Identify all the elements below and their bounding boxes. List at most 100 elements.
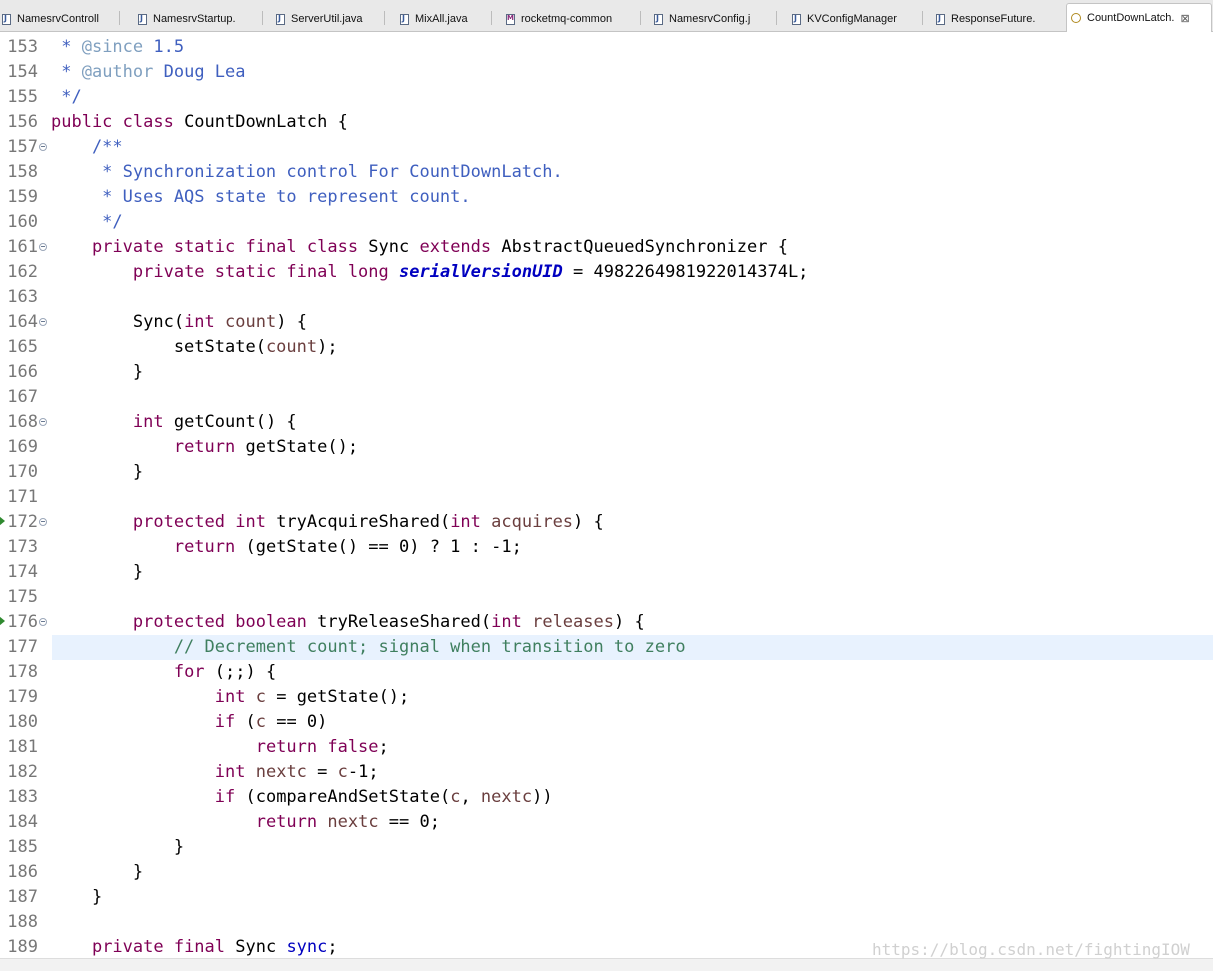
tab-label: MixAll.java — [415, 13, 468, 25]
tab-response-future[interactable]: ResponseFuture. — [936, 7, 1056, 31]
override-marker-icon[interactable] — [0, 516, 5, 526]
line-number: 162 — [7, 262, 38, 282]
line-number: 181 — [7, 737, 38, 757]
code-line[interactable]: 171 — [0, 485, 1213, 510]
tab-label: NamesrvConfig.j — [669, 13, 751, 25]
fold-toggle-icon[interactable] — [39, 518, 47, 526]
code-token: c — [255, 687, 266, 707]
tab-mixall[interactable]: MixAll.java — [400, 7, 486, 31]
code-text: } — [51, 885, 102, 910]
code-line[interactable]: 182 int nextc = c-1; — [0, 760, 1213, 785]
code-line[interactable]: 175 — [0, 585, 1213, 610]
code-token: ; — [327, 937, 338, 957]
tab-namesrv-startup[interactable]: NamesrvStartup. — [138, 7, 252, 31]
code-line[interactable]: 174 } — [0, 560, 1213, 585]
code-line[interactable]: 181 return false; — [0, 735, 1213, 760]
fold-toggle-icon[interactable] — [39, 418, 47, 426]
code-line[interactable]: 159 * Uses AQS state to represent count. — [0, 185, 1213, 210]
line-number: 183 — [7, 787, 38, 807]
fold-toggle-icon[interactable] — [39, 243, 47, 251]
code-text: } — [51, 560, 143, 585]
code-line[interactable]: 156 public class CountDownLatch { — [0, 110, 1213, 135]
code-line[interactable]: 169 return getState(); — [0, 435, 1213, 460]
code-line[interactable]: 188 — [0, 910, 1213, 935]
code-line[interactable]: 179 int c = getState(); — [0, 685, 1213, 710]
code-token: /** — [51, 137, 123, 157]
code-line[interactable]: 155 */ — [0, 85, 1213, 110]
override-marker-icon[interactable] — [0, 616, 5, 626]
horizontal-scrollbar[interactable] — [0, 958, 1213, 971]
code-line[interactable]: 160 */ — [0, 210, 1213, 235]
code-line[interactable]: 168 int getCount() { — [0, 410, 1213, 435]
code-token: releases — [532, 612, 614, 632]
line-number: 170 — [7, 462, 38, 482]
code-line[interactable]: 167 — [0, 385, 1213, 410]
tab-separator — [776, 11, 777, 25]
line-number: 176 — [7, 612, 38, 632]
tab-server-util[interactable]: ServerUtil.java — [276, 7, 376, 31]
code-text: } — [51, 835, 184, 860]
tab-kvconfig-manager[interactable]: KVConfigManager — [792, 7, 918, 31]
code-line[interactable]: 178 for (;;) { — [0, 660, 1213, 685]
code-token: c — [450, 787, 461, 807]
code-line[interactable]: 176 protected boolean tryReleaseShared(i… — [0, 610, 1213, 635]
code-line[interactable]: 158 * Synchronization control For CountD… — [0, 160, 1213, 185]
code-token: CountDownLatch { — [173, 112, 348, 132]
fold-toggle-icon[interactable] — [39, 143, 47, 151]
code-line[interactable]: 172 protected int tryAcquireShared(int a… — [0, 510, 1213, 535]
java-file-icon — [936, 13, 945, 25]
tab-label: NamesrvControll — [17, 13, 99, 25]
code-token: } — [51, 837, 185, 857]
tab-countdownlatch[interactable]: CountDownLatch. ⊠ — [1066, 3, 1212, 32]
code-line[interactable]: 164 Sync(int count) { — [0, 310, 1213, 335]
code-token: )) — [532, 787, 553, 807]
code-line[interactable]: 180 if (c == 0) — [0, 710, 1213, 735]
code-line[interactable]: 185 } — [0, 835, 1213, 860]
code-token: getCount() { — [163, 412, 297, 432]
code-line[interactable]: 166 } — [0, 360, 1213, 385]
code-line[interactable]: 163 — [0, 285, 1213, 310]
code-line[interactable]: 184 return nextc == 0; — [0, 810, 1213, 835]
code-token: protected boolean — [132, 612, 307, 632]
code-line[interactable]: 162 private static final long serialVers… — [0, 260, 1213, 285]
code-line[interactable]: 170 } — [0, 460, 1213, 485]
fold-toggle-icon[interactable] — [39, 318, 47, 326]
code-line[interactable]: 183 if (compareAndSetState(c, nextc)) — [0, 785, 1213, 810]
code-text: int nextc = c-1; — [51, 760, 379, 785]
code-text: int c = getState(); — [51, 685, 410, 710]
code-line[interactable]: 177 // Decrement count; signal when tran… — [0, 635, 1213, 660]
code-token: Sync — [358, 237, 420, 257]
code-line[interactable]: 173 return (getState() == 0) ? 1 : -1; — [0, 535, 1213, 560]
code-editor[interactable]: 153 * @since 1.5 154 * @author Doug Lea 15… — [0, 33, 1213, 971]
code-token: == 0; — [378, 812, 440, 832]
code-token: ); — [317, 337, 338, 357]
code-line[interactable]: 187 } — [0, 885, 1213, 910]
code-line[interactable]: 153 * @since 1.5 — [0, 35, 1213, 60]
code-token: count — [225, 312, 277, 332]
java-file-icon — [2, 13, 11, 25]
line-number: 160 — [7, 212, 38, 232]
close-tab-icon[interactable]: ⊠ — [1180, 12, 1189, 25]
tab-namesrv-controller[interactable]: NamesrvControll — [2, 7, 110, 31]
code-text: setState(count); — [51, 335, 338, 360]
code-token: == 0) — [265, 712, 328, 732]
code-line[interactable]: 186 } — [0, 860, 1213, 885]
code-token: int — [184, 312, 215, 332]
code-line[interactable]: 157 /** — [0, 135, 1213, 160]
tab-namesrv-config[interactable]: NamesrvConfig.j — [654, 7, 766, 31]
code-line[interactable]: 161 private static final class Sync exte… — [0, 235, 1213, 260]
code-text: return nextc == 0; — [51, 810, 440, 835]
tab-rocketmq-common[interactable]: rocketmq-common — [506, 7, 636, 31]
code-line[interactable]: 154 * @author Doug Lea — [0, 60, 1213, 85]
code-line[interactable]: 165 setState(count); — [0, 335, 1213, 360]
code-text: if (c == 0) — [51, 710, 328, 735]
fold-toggle-icon[interactable] — [39, 618, 47, 626]
code-token: } — [51, 862, 144, 882]
